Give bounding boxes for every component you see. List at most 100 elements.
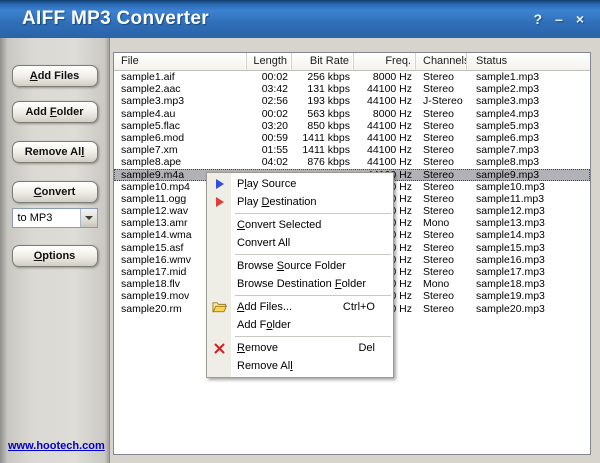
cell-status: sample17.mp3	[476, 266, 545, 278]
cell-channels: Stereo	[423, 119, 454, 132]
cell-channels: Stereo	[423, 144, 454, 157]
cell-channels: Stereo	[423, 290, 454, 303]
cell-freq: 44100 Hz	[367, 83, 412, 96]
context-menu: Play Source Play Destination Convert Selec…	[206, 172, 394, 378]
menu-separator	[235, 213, 391, 214]
menu-item-browse-destination-folder[interactable]: Browse Destination Folder	[207, 275, 393, 293]
table-row[interactable]: sample4.au 00:02 563 kbps 8000 Hz Stereo samp…	[114, 108, 590, 120]
cell-channels: Stereo	[423, 241, 454, 254]
cell-status: sample6.mp3	[476, 131, 540, 144]
column-header-status[interactable]: Status	[467, 53, 590, 70]
menu-item-shortcut: Del	[358, 342, 375, 354]
add-folder-button[interactable]: Add Folder	[11, 101, 98, 123]
options-button[interactable]: Options	[11, 245, 98, 267]
minimize-button[interactable]: –	[555, 12, 563, 26]
menu-item-browse-source-folder[interactable]: Browse Source Folder	[207, 257, 393, 275]
cell-channels: Mono	[423, 278, 450, 291]
format-select-value: to MP3	[17, 212, 53, 224]
menu-item-convert-selected[interactable]: Convert Selected	[207, 216, 393, 234]
menu-item-convert-all[interactable]: Convert All	[207, 234, 393, 252]
cell-length: 02:56	[261, 95, 288, 108]
cell-file: sample1.aif	[121, 71, 175, 83]
cell-status: sample12.mp3	[476, 205, 545, 218]
menu-item-remove[interactable]: Remove Del	[207, 339, 393, 357]
menu-separator	[235, 295, 391, 296]
cell-file: sample6.mod	[121, 131, 185, 144]
menu-item-label: Add Files...	[237, 301, 293, 313]
cell-length: 03:42	[261, 83, 288, 96]
cell-status: sample18.mp3	[476, 278, 545, 291]
column-header-length[interactable]: Length	[247, 53, 292, 70]
menu-item-play-destination[interactable]: Play Destination	[207, 193, 393, 211]
cell-status: sample1.mp3	[476, 71, 540, 83]
menu-item-label: Remove All	[237, 360, 293, 372]
column-header-bitrate[interactable]: Bit Rate	[292, 53, 354, 70]
table-row[interactable]: sample2.aac 03:42 131 kbps 44100 Hz Stereo sa…	[114, 83, 590, 95]
play-source-icon	[212, 178, 227, 190]
cell-file: sample4.au	[121, 107, 176, 120]
table-row[interactable]: sample7.xm 01:55 1411 kbps 44100 Hz Stereo sa…	[114, 144, 590, 156]
menu-item-play-source[interactable]: Play Source	[207, 175, 393, 193]
remove-icon	[212, 342, 227, 354]
table-row[interactable]: sample6.mod 00:59 1411 kbps 44100 Hz Stereo s…	[114, 132, 590, 144]
cell-file: sample7.xm	[121, 144, 178, 157]
menu-item-label: Convert Selected	[237, 219, 322, 231]
play-destination-icon	[212, 196, 227, 208]
menu-item-shortcut: Ctrl+O	[342, 301, 375, 313]
chevron-down-icon[interactable]	[79, 209, 97, 227]
folder-open-icon	[212, 301, 227, 313]
cell-status: sample10.mp3	[476, 180, 545, 193]
column-header-channels[interactable]: Channels	[416, 53, 467, 70]
add-files-button[interactable]: Add Files	[11, 65, 98, 87]
cell-channels: Stereo	[423, 266, 454, 278]
cell-status: sample14.mp3	[476, 229, 545, 242]
cell-channels: Stereo	[423, 131, 454, 144]
close-button[interactable]: ×	[576, 12, 584, 26]
cell-freq: 44100 Hz	[367, 144, 412, 157]
table-row[interactable]: sample8.ape 04:02 876 kbps 44100 Hz Stereo sa…	[114, 156, 590, 168]
sidebar: Add Files Add Folder Remove All Convert …	[0, 38, 110, 463]
cell-freq: 44100 Hz	[367, 95, 412, 108]
cell-channels: Stereo	[423, 302, 454, 315]
title-controls: ? – ×	[533, 12, 584, 26]
cell-length: 04:02	[261, 156, 288, 169]
convert-button[interactable]: Convert	[11, 181, 98, 203]
cell-channels: Stereo	[423, 83, 454, 96]
menu-item-label: Play Destination	[237, 196, 317, 208]
cell-status: sample13.mp3	[476, 217, 545, 230]
cell-bitrate: 850 kbps	[307, 119, 350, 132]
cell-channels: Stereo	[423, 71, 454, 83]
format-select[interactable]: to MP3	[11, 208, 98, 228]
table-row[interactable]: sample5.flac 03:20 850 kbps 44100 Hz Stereo s…	[114, 120, 590, 132]
cell-length: 00:02	[261, 107, 288, 120]
cell-channels: Stereo	[423, 156, 454, 169]
cell-file: sample2.aac	[121, 83, 181, 96]
cell-channels: Stereo	[423, 229, 454, 242]
help-button[interactable]: ?	[533, 12, 542, 26]
cell-freq: 44100 Hz	[367, 119, 412, 132]
cell-channels: Stereo	[423, 180, 454, 193]
remove-all-button[interactable]: Remove All	[11, 141, 98, 163]
cell-channels: Stereo	[423, 168, 454, 181]
menu-item-add-folder[interactable]: Add Folder	[207, 316, 393, 334]
table-row[interactable]: sample3.mp3 02:56 193 kbps 44100 Hz J-Stereo…	[114, 95, 590, 107]
cell-channels: Stereo	[423, 107, 454, 120]
cell-status: sample4.mp3	[476, 107, 540, 120]
menu-item-add-files[interactable]: Add Files... Ctrl+O	[207, 298, 393, 316]
cell-bitrate: 1411 kbps	[302, 131, 350, 144]
table-row[interactable]: sample1.aif 00:02 256 kbps 8000 Hz Stereo sam…	[114, 71, 590, 83]
menu-item-label: Add Folder	[237, 319, 291, 331]
menu-item-remove-all[interactable]: Remove All	[207, 357, 393, 375]
cell-status: sample15.mp3	[476, 241, 545, 254]
cell-file: sample8.ape	[121, 156, 182, 169]
menu-item-label: Convert All	[237, 237, 291, 249]
cell-bitrate: 131 kbps	[307, 83, 350, 96]
column-header-file[interactable]: File	[114, 53, 247, 70]
cell-freq: 44100 Hz	[367, 131, 412, 144]
column-header-freq[interactable]: Freq.	[354, 53, 416, 70]
cell-status: sample16.mp3	[476, 253, 545, 266]
cell-channels: J-Stereo	[423, 95, 463, 108]
menu-item-label: Remove	[237, 342, 278, 354]
website-link[interactable]: www.hootech.com	[8, 440, 105, 452]
menu-item-label: Browse Destination Folder	[237, 278, 367, 290]
